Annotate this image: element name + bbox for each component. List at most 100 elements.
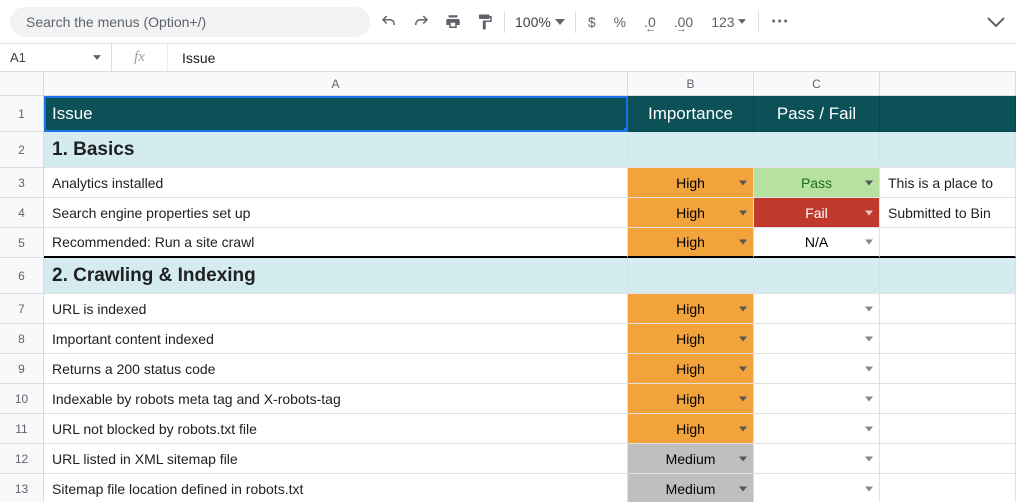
cell-dropdown[interactable]: [754, 294, 880, 324]
cell-dropdown[interactable]: High: [628, 198, 754, 228]
row-header[interactable]: 2: [0, 132, 44, 168]
cell[interactable]: Importance: [628, 96, 754, 132]
fx-label: fx: [112, 44, 168, 71]
cell[interactable]: Issue: [44, 96, 628, 132]
redo-icon[interactable]: [412, 13, 430, 31]
cell[interactable]: [880, 96, 1016, 132]
column-header-a[interactable]: A: [44, 72, 628, 96]
cell[interactable]: [628, 132, 754, 168]
cell-dropdown[interactable]: Pass: [754, 168, 880, 198]
table-row: Issue Importance Pass / Fail: [44, 96, 1016, 132]
formula-input[interactable]: Issue: [168, 44, 1016, 71]
cell-dropdown[interactable]: [754, 444, 880, 474]
row-header[interactable]: 4: [0, 198, 44, 228]
cell[interactable]: [880, 414, 1016, 444]
row-header[interactable]: 9: [0, 354, 44, 384]
cell-dropdown[interactable]: [754, 414, 880, 444]
row-header[interactable]: 7: [0, 294, 44, 324]
row-header[interactable]: 12: [0, 444, 44, 474]
cell-dropdown[interactable]: Fail: [754, 198, 880, 228]
cell[interactable]: [880, 354, 1016, 384]
table-row: Indexable by robots meta tag and X-robot…: [44, 384, 1016, 414]
row-header[interactable]: 3: [0, 168, 44, 198]
row-header[interactable]: 11: [0, 414, 44, 444]
cell-dropdown[interactable]: Medium: [628, 444, 754, 474]
table-row: URL not blocked by robots.txt file High: [44, 414, 1016, 444]
menu-search-input[interactable]: Search the menus (Option+/): [10, 7, 370, 37]
cell[interactable]: 2. Crawling & Indexing: [44, 258, 628, 294]
print-icon[interactable]: [444, 13, 462, 31]
chevron-down-icon: [865, 180, 873, 185]
cell[interactable]: [880, 258, 1016, 294]
more-toolbar-button[interactable]: ⋯: [769, 11, 792, 32]
cell[interactable]: URL listed in XML sitemap file: [44, 444, 628, 474]
cell[interactable]: Pass / Fail: [754, 96, 880, 132]
cell-dropdown[interactable]: [754, 354, 880, 384]
collapse-toolbar-icon[interactable]: [986, 16, 1006, 28]
table-row: Analytics installed High Pass This is a …: [44, 168, 1016, 198]
cell-dropdown[interactable]: High: [628, 414, 754, 444]
cell[interactable]: [880, 324, 1016, 354]
cell[interactable]: [880, 444, 1016, 474]
row-header[interactable]: 5: [0, 228, 44, 258]
table-row: Returns a 200 status code High: [44, 354, 1016, 384]
row-header[interactable]: 13: [0, 474, 44, 502]
cell[interactable]: Recommended: Run a site crawl: [44, 228, 628, 258]
undo-icon[interactable]: [380, 13, 398, 31]
column-header-blank[interactable]: [880, 72, 1016, 96]
cell-dropdown[interactable]: [754, 474, 880, 502]
more-formats-dropdown[interactable]: 123: [709, 14, 747, 30]
cell[interactable]: [880, 384, 1016, 414]
cell-dropdown[interactable]: High: [628, 228, 754, 258]
cell-dropdown[interactable]: High: [628, 294, 754, 324]
cell[interactable]: URL not blocked by robots.txt file: [44, 414, 628, 444]
cell-dropdown[interactable]: High: [628, 324, 754, 354]
cell-dropdown[interactable]: N/A: [754, 228, 880, 258]
chevron-down-icon: [865, 240, 873, 245]
table-row: Important content indexed High: [44, 324, 1016, 354]
cell-dropdown[interactable]: [754, 324, 880, 354]
row-header[interactable]: 10: [0, 384, 44, 414]
cell[interactable]: This is a place to: [880, 168, 1016, 198]
cell[interactable]: Indexable by robots meta tag and X-robot…: [44, 384, 628, 414]
row-header[interactable]: 8: [0, 324, 44, 354]
cell[interactable]: Important content indexed: [44, 324, 628, 354]
row-header[interactable]: 6: [0, 258, 44, 294]
cell-dropdown[interactable]: High: [628, 354, 754, 384]
decrease-decimal-button[interactable]: .0 ←: [642, 14, 658, 30]
cell[interactable]: [880, 474, 1016, 502]
cell-dropdown[interactable]: High: [628, 384, 754, 414]
cell[interactable]: [880, 132, 1016, 168]
cell[interactable]: Sitemap file location defined in robots.…: [44, 474, 628, 502]
cell[interactable]: [754, 132, 880, 168]
cell[interactable]: 1. Basics: [44, 132, 628, 168]
row-header[interactable]: 1: [0, 96, 44, 132]
toolbar-separator: [504, 11, 505, 33]
paint-format-icon[interactable]: [476, 13, 494, 31]
cell-dropdown[interactable]: High: [628, 168, 754, 198]
format-currency-button[interactable]: $: [586, 14, 598, 30]
cell[interactable]: Search engine properties set up: [44, 198, 628, 228]
cell-dropdown[interactable]: Medium: [628, 474, 754, 502]
chevron-down-icon: [865, 426, 873, 431]
search-placeholder-text: Search the menus (Option+/): [26, 14, 206, 30]
cell[interactable]: Analytics installed: [44, 168, 628, 198]
increase-decimal-button[interactable]: .00 →: [672, 14, 695, 30]
cell-dropdown[interactable]: [754, 384, 880, 414]
cell[interactable]: [628, 258, 754, 294]
chevron-down-icon: [739, 210, 747, 215]
cell[interactable]: [754, 258, 880, 294]
cell[interactable]: Returns a 200 status code: [44, 354, 628, 384]
column-header-b[interactable]: B: [628, 72, 754, 96]
formula-bar-row: A1 fx Issue: [0, 44, 1016, 72]
format-percent-button[interactable]: %: [612, 14, 628, 30]
name-box[interactable]: A1: [0, 44, 112, 71]
cell[interactable]: Submitted to Bin: [880, 198, 1016, 228]
row-headers: 1 2 3 4 5 6 7 8 9 10 11 12 13: [0, 96, 44, 502]
zoom-dropdown[interactable]: 100%: [515, 14, 565, 30]
select-all-corner[interactable]: [0, 72, 44, 96]
cell[interactable]: [880, 294, 1016, 324]
cell[interactable]: [880, 228, 1016, 258]
column-header-c[interactable]: C: [754, 72, 880, 96]
cell[interactable]: URL is indexed: [44, 294, 628, 324]
